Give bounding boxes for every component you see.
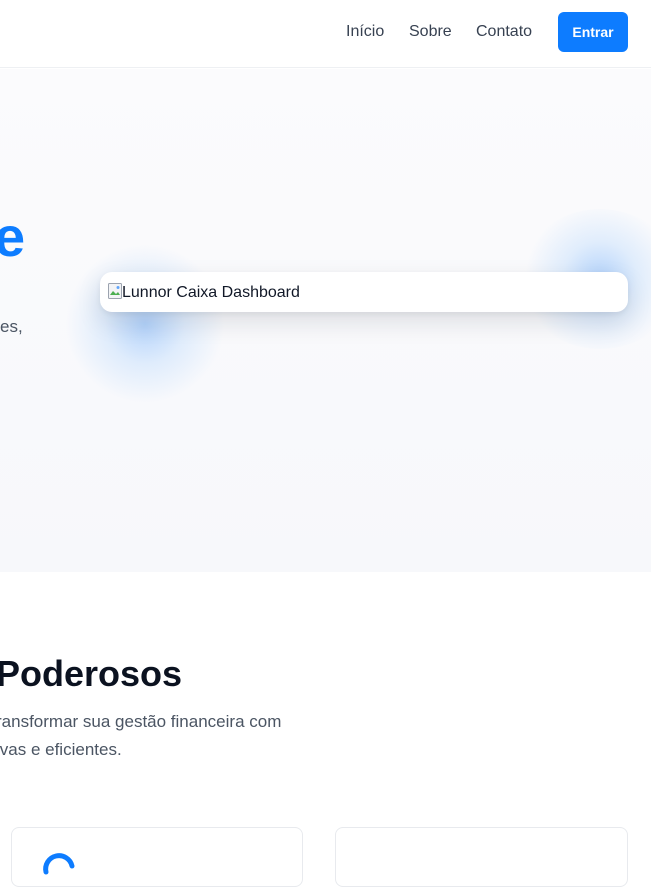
features-title: Poderosos [0,653,183,694]
login-button[interactable]: Entrar [558,12,628,52]
dashboard-image-alt-text: Lunnor Caixa Dashboard [122,284,300,301]
broken-image-icon [108,283,122,299]
nav-link-sobre[interactable]: Sobre [409,22,452,42]
feature-card [11,827,303,887]
site-header: Início Sobre Contato Entrar [0,0,651,68]
feature-card [335,827,628,887]
hero-headline: e [0,205,26,268]
nav-link-inicio[interactable]: Início [346,22,384,42]
dashboard-image: Lunnor Caixa Dashboard [100,272,628,312]
feature-icon [43,853,75,875]
nav-link-contato[interactable]: Contato [476,22,532,42]
features-description: ransformar sua gestão financeira com iva… [0,712,282,759]
decorative-glow-left [65,244,225,404]
hero-subtitle: es, [0,317,23,336]
hero-section: e es, Lunnor Caixa Dashboard [0,69,651,572]
